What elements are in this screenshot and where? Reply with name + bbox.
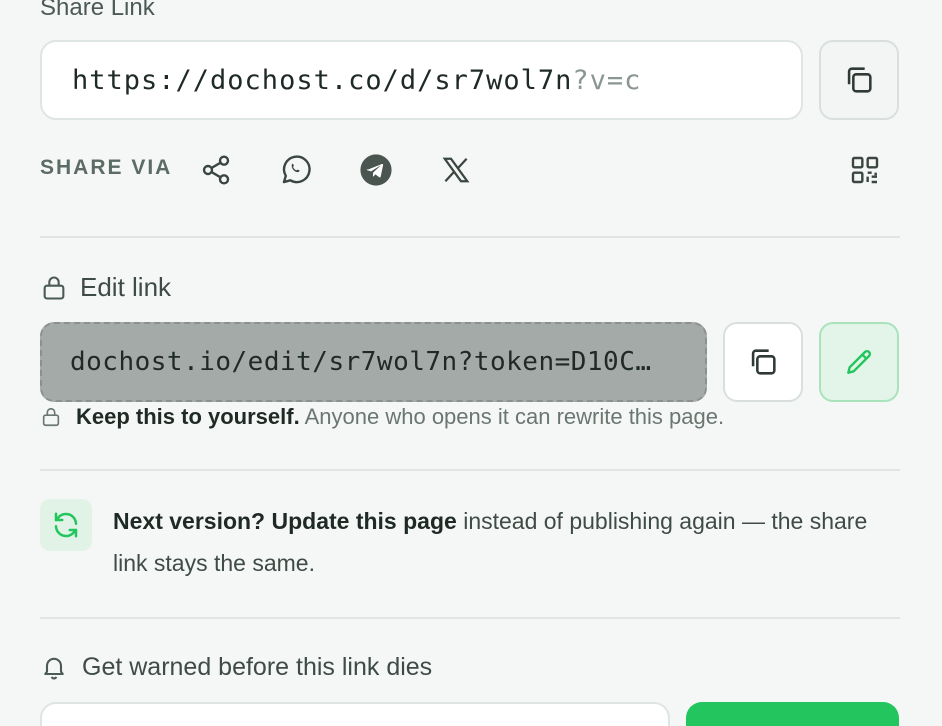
notify-button[interactable]	[686, 702, 899, 726]
share-url-tail: ?v=c	[572, 64, 642, 96]
lock-icon	[43, 276, 65, 300]
update-hint: Next version? Update this page instead o…	[113, 500, 883, 584]
telegram-share-button[interactable]	[356, 150, 396, 190]
refresh-icon	[54, 512, 78, 538]
divider	[40, 236, 900, 238]
edit-url-text: dochost.io/edit/sr7wol7n?token=D10C…	[70, 347, 652, 377]
update-badge	[40, 499, 92, 551]
divider	[40, 469, 900, 471]
qr-code-button[interactable]	[845, 150, 885, 190]
copy-edit-link-button[interactable]	[723, 322, 803, 402]
share-url-field[interactable]: https://dochost.co/d/sr7wol7n ?v=c	[40, 40, 803, 120]
warning-text: Anyone who opens it can rewrite this pag…	[299, 404, 725, 429]
expiry-alert-label: Get warned before this link dies	[82, 652, 433, 681]
edit-page-button[interactable]	[819, 322, 899, 402]
copy-icon	[751, 349, 776, 375]
warning-message: Keep this to yourself. Anyone who opens …	[76, 404, 724, 430]
warning-bold: Keep this to yourself.	[76, 404, 300, 429]
qr-code-icon	[851, 156, 879, 184]
edit-url-field[interactable]: dochost.io/edit/sr7wol7n?token=D10C…	[40, 322, 707, 402]
x-share-button[interactable]	[436, 150, 476, 190]
share-button[interactable]	[196, 150, 236, 190]
copy-icon	[847, 67, 872, 93]
whatsapp-share-button[interactable]	[276, 150, 316, 190]
update-hint-bold: Next version? Update this page	[113, 508, 457, 534]
share-link-heading: Share Link	[40, 0, 155, 21]
whatsapp-icon	[282, 155, 311, 184]
bell-icon	[44, 657, 64, 680]
lock-icon	[42, 407, 60, 427]
expiry-alert-heading: Get warned before this link dies	[40, 652, 432, 682]
edit-link-warning: Keep this to yourself. Anyone who opens …	[40, 404, 724, 430]
telegram-icon	[360, 154, 392, 186]
share-panel: Share Link https://dochost.co/d/sr7wol7n…	[0, 0, 942, 726]
x-logo-icon	[442, 157, 470, 183]
email-input[interactable]	[40, 702, 670, 726]
divider	[40, 617, 900, 619]
pencil-icon	[847, 349, 872, 374]
copy-share-link-button[interactable]	[819, 40, 899, 120]
share-via-label: SHARE VIA	[40, 156, 173, 179]
share-url-main: https://dochost.co/d/sr7wol7n	[72, 64, 573, 96]
share-icon	[202, 155, 230, 185]
edit-link-heading: Edit link	[40, 272, 171, 303]
edit-link-label: Edit link	[80, 272, 172, 302]
